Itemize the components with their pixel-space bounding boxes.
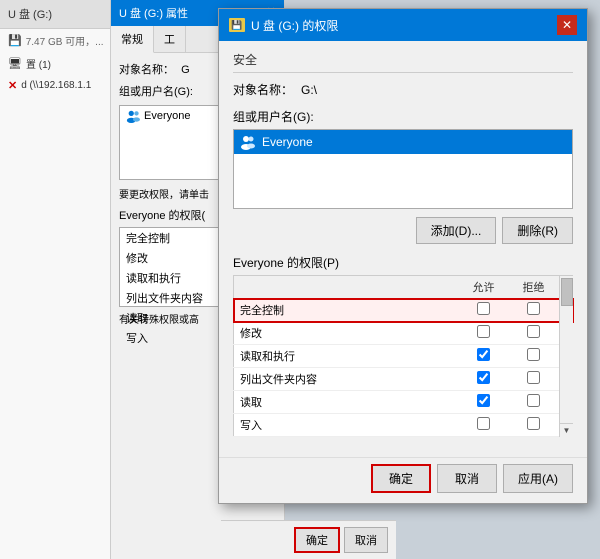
dialog-footer: 确定 取消 应用(A) xyxy=(219,457,587,503)
background-left-panel: U 盘 (G:) 💾 7.47 GB 可用，... 🖥 置 (1) ✕ d (\… xyxy=(0,0,120,559)
perm-name-0: 完全控制 xyxy=(234,299,459,322)
perm-deny-2[interactable] xyxy=(509,345,559,368)
perm-allow-1[interactable] xyxy=(459,322,509,345)
checkbox-deny-5[interactable] xyxy=(527,417,540,430)
security-label: 安全 xyxy=(233,51,573,68)
perm-row-4: 读取 xyxy=(234,391,573,414)
cancel-button[interactable]: 取消 xyxy=(437,464,497,493)
checkbox-deny-2[interactable] xyxy=(527,348,540,361)
checkbox-allow-4[interactable] xyxy=(477,394,490,407)
perm-allow-0[interactable] xyxy=(459,299,509,322)
permissions-table: 允许 拒绝 完全控制修改读取和执行列出文件夹内容读取写入 xyxy=(233,275,573,437)
permissions-dialog: 💾 U 盘 (G:) 的权限 ✕ 安全 对象名称： G:\ 组或用户名(G): xyxy=(218,8,588,504)
bg-tab-other[interactable]: 工 xyxy=(154,26,186,52)
perm-table-header: 允许 拒绝 xyxy=(234,276,573,299)
user-list: Everyone xyxy=(233,129,573,209)
remove-button[interactable]: 删除(R) xyxy=(502,217,573,244)
object-name-row: 对象名称： G:\ xyxy=(233,81,573,98)
group-label: 组或用户名(G): xyxy=(233,108,573,125)
dialog-title: U 盘 (G:) 的权限 xyxy=(251,17,338,34)
checkbox-deny-0[interactable] xyxy=(527,302,540,315)
bg-left-item-2: 🖥 置 (1) xyxy=(0,52,120,75)
perm-section-label: Everyone 的权限(P) xyxy=(233,254,573,271)
scroll-down-arrow[interactable]: ▼ xyxy=(560,423,573,437)
user-action-buttons: 添加(D)... 删除(R) xyxy=(233,217,573,244)
checkbox-deny-3[interactable] xyxy=(527,371,540,384)
checkbox-deny-4[interactable] xyxy=(527,394,540,407)
checkbox-deny-1[interactable] xyxy=(527,325,540,338)
user-avatar-everyone xyxy=(240,134,256,150)
apply-button[interactable]: 应用(A) xyxy=(503,464,573,493)
perm-col-allow: 允许 xyxy=(459,276,509,299)
perm-row-3: 列出文件夹内容 xyxy=(234,368,573,391)
perm-table-container: 允许 拒绝 完全控制修改读取和执行列出文件夹内容读取写入 ▼ xyxy=(233,275,573,437)
perm-name-5: 写入 xyxy=(234,414,459,437)
bg-mid-footer: 确定 取消 xyxy=(221,520,396,559)
perm-deny-0[interactable] xyxy=(509,299,559,322)
perm-row-5: 写入 xyxy=(234,414,573,437)
perm-allow-2[interactable] xyxy=(459,345,509,368)
dialog-titlebar: 💾 U 盘 (G:) 的权限 ✕ xyxy=(219,9,587,41)
perm-name-4: 读取 xyxy=(234,391,459,414)
object-value: G:\ xyxy=(301,83,317,97)
close-button[interactable]: ✕ xyxy=(557,15,577,35)
checkbox-allow-0[interactable] xyxy=(477,302,490,315)
perm-col-deny: 拒绝 xyxy=(509,276,559,299)
perm-row-0: 完全控制 xyxy=(234,299,573,322)
perm-allow-5[interactable] xyxy=(459,414,509,437)
checkbox-allow-3[interactable] xyxy=(477,371,490,384)
bg-ok-button[interactable]: 确定 xyxy=(294,527,340,553)
perm-name-1: 修改 xyxy=(234,322,459,345)
checkbox-allow-2[interactable] xyxy=(477,348,490,361)
perm-table-body: 完全控制修改读取和执行列出文件夹内容读取写入 xyxy=(234,299,573,437)
object-label: 对象名称： xyxy=(233,81,293,98)
checkbox-allow-1[interactable] xyxy=(477,325,490,338)
perm-allow-4[interactable] xyxy=(459,391,509,414)
user-name-everyone: Everyone xyxy=(262,135,313,149)
drive-icon: 💾 xyxy=(229,18,245,32)
user-item-everyone[interactable]: Everyone xyxy=(234,130,572,154)
perm-row-2: 读取和执行 xyxy=(234,345,573,368)
perm-deny-1[interactable] xyxy=(509,322,559,345)
bg-cancel-button[interactable]: 取消 xyxy=(344,527,388,553)
scrollbar-thumb[interactable] xyxy=(561,278,573,306)
checkbox-allow-5[interactable] xyxy=(477,417,490,430)
bg-left-item-3: ✕ d (\\192.168.1.1 xyxy=(0,75,120,96)
perm-allow-3[interactable] xyxy=(459,368,509,391)
scrollbar-track[interactable]: ▼ xyxy=(559,275,573,437)
add-button[interactable]: 添加(D)... xyxy=(416,217,497,244)
perm-name-2: 读取和执行 xyxy=(234,345,459,368)
title-left: 💾 U 盘 (G:) 的权限 xyxy=(229,17,338,34)
bg-tab-general[interactable]: 常规 xyxy=(111,26,154,53)
perm-deny-5[interactable] xyxy=(509,414,559,437)
perm-deny-3[interactable] xyxy=(509,368,559,391)
ok-button[interactable]: 确定 xyxy=(371,464,431,493)
bg-left-item-1: 💾 7.47 GB 可用，... xyxy=(0,29,120,52)
perm-col-name xyxy=(234,276,459,299)
bg-left-title: U 盘 (G:) xyxy=(0,0,120,29)
dialog-body: 安全 对象名称： G:\ 组或用户名(G): Everyone xyxy=(219,41,587,457)
perm-name-3: 列出文件夹内容 xyxy=(234,368,459,391)
perm-deny-4[interactable] xyxy=(509,391,559,414)
perm-row-1: 修改 xyxy=(234,322,573,345)
